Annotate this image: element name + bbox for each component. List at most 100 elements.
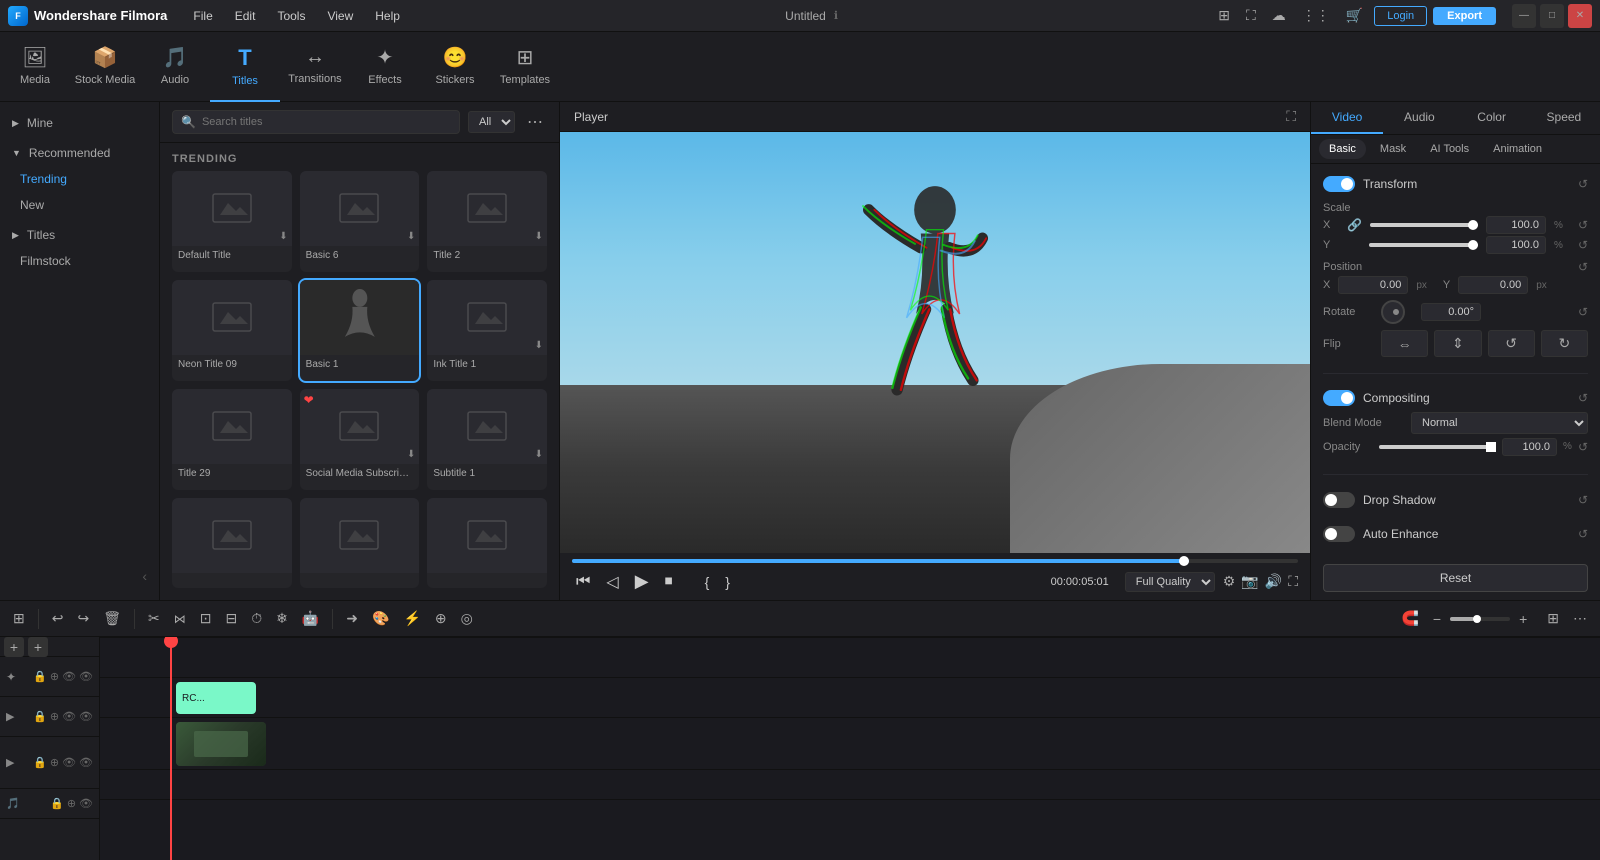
sidebar-item-filmstock[interactable]: Filmstock (0, 248, 159, 274)
quality-select[interactable]: Full Quality 1/2 1/4 (1125, 572, 1215, 592)
sidebar-header-mine[interactable]: ▶ Mine (0, 110, 159, 136)
tl-split-button[interactable]: ⋈ (169, 609, 191, 629)
menu-view[interactable]: View (317, 5, 363, 27)
eye-icon-main-1[interactable]: 👁 (62, 756, 76, 769)
auto-enhance-toggle[interactable] (1323, 526, 1355, 542)
tab-video[interactable]: Video (1311, 102, 1383, 134)
flip-ccw-button[interactable]: ↺ (1488, 330, 1535, 357)
tl-ai-button[interactable]: 🤖 (297, 607, 324, 630)
flip-cw-button[interactable]: ↻ (1541, 330, 1588, 357)
tl-cut-button[interactable]: ✂ (143, 607, 165, 630)
tl-add-track-button[interactable]: ⊞ (8, 607, 30, 630)
title-card-11[interactable] (427, 498, 547, 588)
tl-motion-button[interactable]: ➜ (341, 607, 363, 630)
transform-reset-icon[interactable]: ↺ (1578, 177, 1588, 191)
tool-titles[interactable]: T Titles (210, 32, 280, 102)
position-reset[interactable]: ↺ (1578, 260, 1588, 274)
tl-noise-button[interactable]: ⚡ (398, 607, 425, 630)
flip-h-button[interactable]: ⇔ (1381, 330, 1428, 357)
rotate-input[interactable] (1421, 303, 1481, 321)
eye-icon-overlay-1[interactable]: 👁 (62, 710, 76, 723)
tl-group-button[interactable]: ⊡ (195, 607, 217, 630)
volume-icon[interactable]: 🔊 (1265, 573, 1282, 590)
main-video-clip[interactable] (176, 722, 266, 766)
lock-icon-overlay[interactable]: 🔒 (33, 710, 47, 723)
add-track-above-button[interactable]: + (4, 637, 24, 657)
title-card-0[interactable]: ⬇Default Title (172, 171, 292, 272)
scale-y-slider[interactable] (1369, 243, 1478, 247)
eye-icon-effects-2[interactable]: 👁 (79, 670, 93, 683)
search-input[interactable] (202, 116, 451, 128)
drop-shadow-toggle[interactable] (1323, 492, 1355, 508)
export-button[interactable]: Export (1433, 7, 1496, 25)
eye-icon-overlay-2[interactable]: 👁 (79, 710, 93, 723)
tool-media[interactable]: 🖼 Media (0, 32, 70, 102)
opacity-input[interactable] (1502, 438, 1557, 456)
play-button[interactable]: ▶ (631, 569, 653, 594)
add-icon-overlay[interactable]: ⊕ (50, 710, 59, 723)
tl-color-match-button[interactable]: 🎨 (367, 607, 394, 630)
filter-select[interactable]: All (468, 111, 515, 133)
sidebar-item-new[interactable]: New (0, 192, 159, 218)
tab-color[interactable]: Color (1456, 102, 1528, 134)
grid-icon[interactable]: ⋮⋮ (1297, 5, 1335, 26)
eye-icon-effects-1[interactable]: 👁 (62, 670, 76, 683)
add-icon-main[interactable]: ⊕ (50, 756, 59, 769)
tl-delete-button[interactable]: 🗑 (98, 607, 126, 630)
eye-icon-main-2[interactable]: 👁 (79, 756, 93, 769)
tool-templates[interactable]: ⊞ Templates (490, 32, 560, 102)
title-clip[interactable]: RC... (176, 682, 256, 714)
search-box[interactable]: 🔍 (172, 110, 460, 134)
tl-snap-button[interactable]: 🧲 (1396, 607, 1423, 630)
more-options-button[interactable]: ⋯ (523, 112, 547, 132)
stop-button[interactable]: ⏹ (661, 571, 677, 593)
sidebar-collapse-button[interactable]: ‹ (0, 560, 159, 592)
opacity-slider[interactable] (1379, 445, 1496, 449)
sidebar-header-recommended[interactable]: ▼ Recommended (0, 140, 159, 166)
tool-stock-media[interactable]: 📦 Stock Media (70, 32, 140, 102)
pos-y-input[interactable] (1458, 276, 1528, 294)
tab-audio[interactable]: Audio (1383, 102, 1455, 134)
cart-icon[interactable]: 🛒 (1341, 5, 1368, 26)
tool-effects[interactable]: ✦ Effects (350, 32, 420, 102)
maximize-button[interactable]: □ (1540, 4, 1564, 28)
snapshot-icon[interactable]: 📷 (1241, 573, 1258, 590)
reset-button[interactable]: Reset (1323, 564, 1588, 592)
tl-redo-button[interactable]: ↪ (72, 607, 94, 630)
compositing-toggle-switch[interactable] (1323, 390, 1355, 406)
compositing-reset[interactable]: ↺ (1578, 391, 1588, 405)
title-card-7[interactable]: ❤⬇Social Media Subscribe Pack... (300, 389, 420, 490)
transform-toggle-switch[interactable] (1323, 176, 1355, 192)
drop-shadow-reset[interactable]: ↺ (1578, 493, 1588, 507)
settings-icon[interactable]: ⚙ (1223, 573, 1236, 590)
menu-edit[interactable]: Edit (225, 5, 266, 27)
lock-icon-audio[interactable]: 🔒 (50, 797, 64, 810)
minimize-button[interactable]: — (1512, 4, 1536, 28)
menu-tools[interactable]: Tools (267, 5, 315, 27)
tl-undo-button[interactable]: ↩ (47, 607, 69, 630)
scale-y-reset[interactable]: ↺ (1578, 238, 1588, 252)
tl-stabilize-button[interactable]: ⊕ (430, 607, 452, 630)
sub-tab-mask[interactable]: Mask (1370, 139, 1416, 159)
opacity-reset[interactable]: ↺ (1578, 440, 1588, 454)
fullscreen-icon[interactable]: ⛶ (1288, 573, 1298, 590)
auto-enhance-reset[interactable]: ↺ (1578, 527, 1588, 541)
menu-file[interactable]: File (183, 5, 222, 27)
tab-speed[interactable]: Speed (1528, 102, 1600, 134)
mark-out-button[interactable]: } (721, 572, 734, 592)
tl-crop-button[interactable]: ⊟ (220, 607, 242, 630)
progress-bar[interactable] (572, 559, 1298, 563)
mark-in-button[interactable]: { (701, 572, 714, 592)
add-icon-effects[interactable]: ⊕ (50, 670, 59, 683)
lock-icon-main[interactable]: 🔒 (33, 756, 47, 769)
title-card-3[interactable]: Neon Title 09 (172, 280, 292, 381)
tl-layout-button[interactable]: ⊞ (1542, 607, 1564, 630)
tl-freeze-button[interactable]: ❄ (271, 607, 293, 630)
tool-transitions[interactable]: ↔ Transitions (280, 32, 350, 102)
tool-audio[interactable]: 🎵 Audio (140, 32, 210, 102)
flip-v-button[interactable]: ⇕ (1434, 330, 1481, 357)
link-icon[interactable]: 🔗 (1347, 218, 1362, 232)
pos-x-input[interactable] (1338, 276, 1408, 294)
add-icon-audio[interactable]: ⊕ (67, 797, 76, 810)
title-card-2[interactable]: ⬇Title 2 (427, 171, 547, 272)
